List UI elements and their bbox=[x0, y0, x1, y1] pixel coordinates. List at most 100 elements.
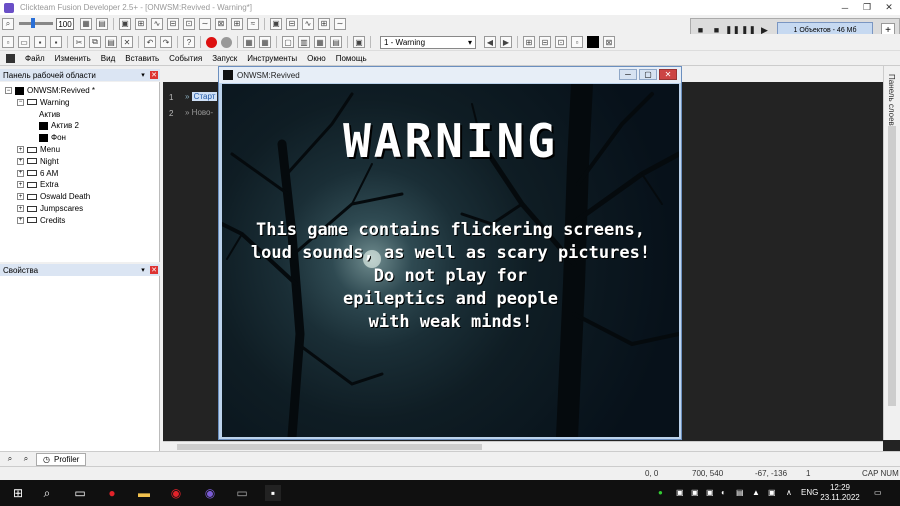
lock-icon[interactable]: ⊠ bbox=[603, 36, 615, 48]
find-icon[interactable]: ⌕ bbox=[4, 453, 16, 465]
event-editor-icon[interactable]: ▢ bbox=[282, 36, 294, 48]
curve-icon[interactable]: ∿ bbox=[151, 17, 163, 30]
vertical-scrollbar[interactable] bbox=[886, 126, 898, 426]
layer-down-icon[interactable]: ⊟ bbox=[286, 17, 298, 30]
tree-item[interactable]: + Extra bbox=[17, 179, 59, 190]
menu-edit[interactable]: Изменить bbox=[55, 54, 91, 63]
menu-view[interactable]: Вид bbox=[101, 54, 115, 63]
menu-tools[interactable]: Инструменты bbox=[247, 54, 297, 63]
tray-icon[interactable]: ◐ bbox=[721, 488, 726, 497]
tray-icon[interactable]: ▲ bbox=[752, 488, 760, 497]
prev-frame-icon[interactable]: ◀ bbox=[484, 36, 496, 48]
horizontal-scrollbar[interactable] bbox=[163, 441, 883, 451]
scrollbar-thumb[interactable] bbox=[177, 444, 482, 450]
stack-icon[interactable]: ⊞ bbox=[318, 17, 330, 30]
black-square-icon[interactable] bbox=[587, 36, 599, 48]
snap-icon[interactable]: ▤ bbox=[96, 17, 108, 30]
search-icon[interactable]: ⌕ bbox=[20, 453, 32, 465]
data-elements-icon[interactable]: ▦ bbox=[314, 36, 326, 48]
zoom-slider[interactable] bbox=[19, 18, 53, 28]
tree-item[interactable]: Фон bbox=[29, 132, 66, 143]
align-icon[interactable]: ▣ bbox=[119, 17, 131, 30]
redo-icon[interactable]: ↷ bbox=[160, 36, 172, 48]
windows-start-icon[interactable]: ⊞ bbox=[10, 485, 26, 501]
menu-file[interactable]: Файл bbox=[25, 54, 45, 63]
zoom-value[interactable]: 100 bbox=[56, 17, 74, 30]
wave-icon[interactable]: ≈ bbox=[247, 17, 259, 30]
menu-events[interactable]: События bbox=[169, 54, 202, 63]
layers-panel-label[interactable]: Панель слоев bbox=[887, 74, 896, 126]
frame-dropdown[interactable]: 1 - Warning ▾ bbox=[380, 35, 476, 49]
path-icon[interactable]: ∼ bbox=[199, 17, 211, 30]
record-icon[interactable] bbox=[206, 36, 217, 48]
frame-settings-icon[interactable]: ⊞ bbox=[523, 36, 535, 48]
scrollbar-thumb[interactable] bbox=[888, 126, 896, 406]
close-icon[interactable]: ✕ bbox=[150, 71, 158, 79]
editor-line[interactable]: » Старт bbox=[185, 92, 218, 101]
cut-icon[interactable]: ✂ bbox=[73, 36, 85, 48]
expand-icon[interactable]: + bbox=[17, 181, 24, 189]
properties-icon[interactable]: ▣ bbox=[353, 36, 365, 48]
menu-run[interactable]: Запуск bbox=[212, 54, 237, 63]
expand-icon[interactable]: + bbox=[17, 146, 24, 153]
maximize-button[interactable]: ❐ bbox=[856, 0, 878, 15]
undo-icon[interactable]: ↶ bbox=[144, 36, 156, 48]
frame-layer-icon[interactable]: ▫ bbox=[571, 36, 583, 48]
game-app-icon[interactable]: ▪ bbox=[265, 485, 281, 501]
task-view-icon[interactable]: ▭ bbox=[72, 485, 88, 501]
collapse-icon[interactable]: − bbox=[5, 87, 12, 94]
align-left-icon[interactable]: ⊞ bbox=[135, 17, 147, 30]
storyboard-icon[interactable]: ▦ bbox=[243, 36, 255, 48]
folder-icon[interactable]: ▬ bbox=[136, 485, 152, 501]
fusion-app-icon[interactable]: ◉ bbox=[202, 485, 218, 501]
tree-item[interactable]: Актив bbox=[29, 109, 60, 120]
minimize-button[interactable]: ─ bbox=[619, 69, 637, 80]
paste-icon[interactable]: ▤ bbox=[105, 36, 117, 48]
expand-icon[interactable]: + bbox=[17, 205, 24, 212]
stop-run-icon[interactable] bbox=[221, 36, 232, 48]
table-icon[interactable]: ▤ bbox=[330, 36, 342, 48]
tree-item[interactable]: + Menu bbox=[17, 144, 60, 155]
open-icon[interactable]: ▭ bbox=[18, 36, 30, 48]
clock[interactable]: 12:29 23.11.2022 bbox=[820, 483, 860, 503]
tray-icon[interactable]: ▣ bbox=[706, 488, 714, 497]
grid-toggle-icon[interactable]: ▦ bbox=[80, 17, 92, 30]
tree-item[interactable]: + Credits bbox=[17, 215, 65, 226]
tree-item[interactable]: − ONWSM:Revived * bbox=[5, 85, 95, 96]
tree-item[interactable]: +6 AM bbox=[17, 168, 58, 179]
language-indicator[interactable]: ENG bbox=[801, 488, 818, 497]
game-canvas[interactable]: WARNING This game contains flickering sc… bbox=[222, 84, 679, 437]
pin-icon[interactable]: ▾ bbox=[139, 266, 147, 274]
copy-icon[interactable]: ⧉ bbox=[89, 36, 101, 48]
tree-item[interactable]: + Oswald Death bbox=[17, 191, 90, 202]
save-all-icon[interactable]: ▪ bbox=[50, 36, 62, 48]
expand-icon[interactable]: + bbox=[17, 157, 24, 165]
pin-icon[interactable]: ▾ bbox=[139, 71, 147, 79]
maximize-button[interactable]: ▢ bbox=[639, 69, 657, 80]
menu-insert[interactable]: Вставить bbox=[125, 54, 159, 63]
menu-window[interactable]: Окно bbox=[307, 54, 326, 63]
doc-menu-icon[interactable] bbox=[6, 54, 15, 63]
frame-grid-icon[interactable]: ⊡ bbox=[555, 36, 567, 48]
tree-item[interactable]: + Jumpscares bbox=[17, 203, 83, 214]
event-list-icon[interactable]: ▥ bbox=[298, 36, 310, 48]
move-up-icon[interactable]: ⊞ bbox=[231, 17, 243, 30]
graph-icon[interactable]: ∼ bbox=[334, 17, 346, 30]
tree-item[interactable]: + Night bbox=[17, 156, 59, 167]
tree-item[interactable]: Актив 2 bbox=[29, 120, 79, 131]
zoom-icon[interactable]: ⌕ bbox=[2, 17, 14, 30]
menu-help[interactable]: Помощь bbox=[336, 54, 367, 63]
tray-status-icon[interactable]: ● bbox=[658, 488, 663, 497]
expand-icon[interactable]: + bbox=[17, 216, 24, 224]
frame-editor-icon[interactable]: ▦ bbox=[259, 36, 271, 48]
tray-icon[interactable]: ▣ bbox=[691, 488, 699, 497]
close-button[interactable]: ✕ bbox=[878, 0, 900, 15]
tray-icon[interactable]: ▣ bbox=[676, 488, 684, 497]
layer-icon[interactable]: ▣ bbox=[270, 17, 282, 30]
expand-icon[interactable]: + bbox=[17, 169, 24, 177]
next-frame-icon[interactable]: ▶ bbox=[500, 36, 512, 48]
minimize-button[interactable]: ─ bbox=[834, 0, 856, 15]
order-icon[interactable]: ⊠ bbox=[215, 17, 227, 30]
align-top-icon[interactable]: ⊡ bbox=[183, 17, 195, 30]
save-icon[interactable]: ▪ bbox=[34, 36, 46, 48]
